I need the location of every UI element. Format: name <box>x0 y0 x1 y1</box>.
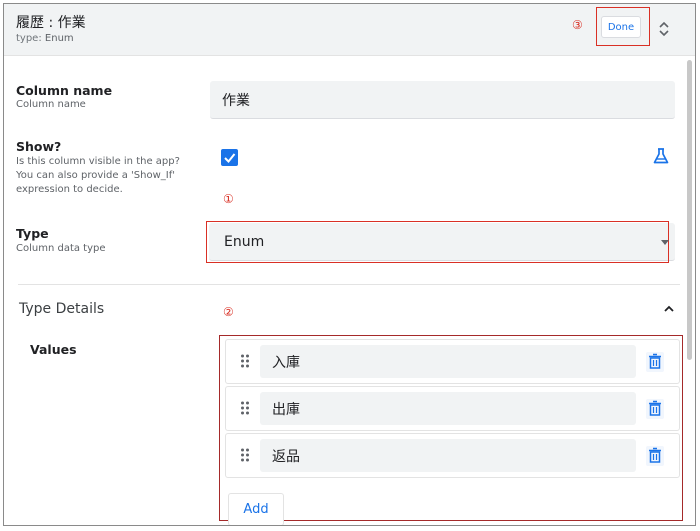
type-label: Type <box>16 226 49 241</box>
value-input[interactable]: 入庫 <box>260 345 636 378</box>
drag-handle-icon[interactable] <box>240 447 250 463</box>
section-divider <box>18 284 680 285</box>
column-name-label: Column name <box>16 83 113 98</box>
drag-handle-icon[interactable] <box>240 353 250 369</box>
value-input[interactable]: 返品 <box>260 439 636 472</box>
value-row: 返品 <box>225 433 680 478</box>
annotation-mark-1: ① <box>223 192 234 206</box>
value-input[interactable]: 出庫 <box>260 392 636 425</box>
expand-collapse-icon[interactable] <box>658 20 670 38</box>
value-row: 出庫 <box>225 386 680 431</box>
trash-icon[interactable] <box>646 446 664 466</box>
scrollbar[interactable] <box>687 60 692 360</box>
show-sublabel-1: Is this column visible in the app? <box>16 156 180 167</box>
flask-icon[interactable] <box>652 147 670 165</box>
values-label: Values <box>30 342 77 357</box>
column-editor-panel: 履歴 : 作業 type: Enum ③ Done Column name Co… <box>3 3 696 526</box>
show-sublabel-3: expression to decide. <box>16 184 123 195</box>
add-value-button[interactable]: Add <box>228 493 284 525</box>
dropdown-caret-icon <box>661 240 669 245</box>
chevron-up-icon[interactable] <box>663 304 675 314</box>
annotation-highlight-type <box>206 221 669 263</box>
value-row: 入庫 <box>225 339 680 384</box>
trash-icon[interactable] <box>646 352 664 372</box>
type-sublabel: Column data type <box>16 243 106 254</box>
column-name-sublabel: Column name <box>16 99 86 110</box>
type-caption-value: Enum <box>44 33 74 44</box>
check-icon <box>224 153 236 163</box>
annotation-mark-2: ② <box>223 305 234 319</box>
drag-handle-icon[interactable] <box>240 400 250 416</box>
show-sublabel-2: You can also provide a 'Show_If' <box>16 170 175 181</box>
show-label: Show? <box>16 139 62 154</box>
column-type-caption: type: Enum <box>16 33 74 44</box>
trash-icon[interactable] <box>646 399 664 419</box>
type-prefix: type: <box>16 33 42 44</box>
type-details-title: Type Details <box>19 301 105 317</box>
annotation-mark-3: ③ <box>572 18 583 32</box>
done-button[interactable]: Done <box>601 16 641 38</box>
show-checkbox[interactable] <box>221 149 238 166</box>
column-title: 履歴 : 作業 <box>16 15 86 31</box>
column-name-input[interactable]: 作業 <box>210 81 675 119</box>
column-header: 履歴 : 作業 type: Enum ③ Done <box>4 4 695 56</box>
